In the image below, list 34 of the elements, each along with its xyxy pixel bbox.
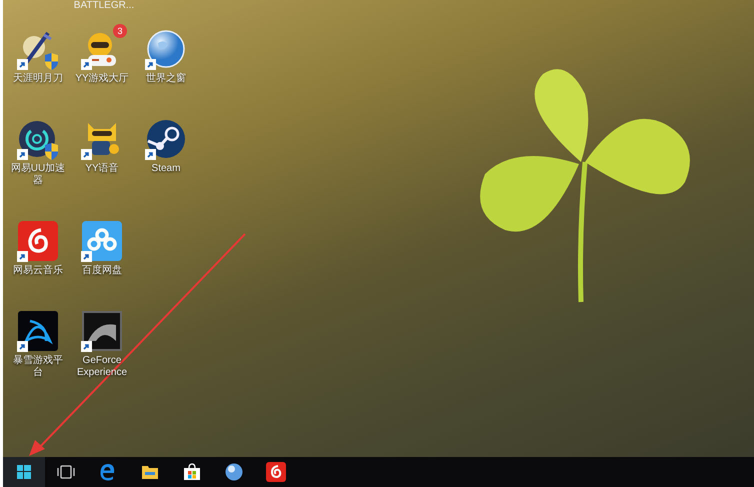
shortcut-arrow-icon [145,59,156,70]
shopping-bag-icon [183,463,201,481]
swirl-icon [18,311,58,351]
icon-label[interactable]: 网易UU加速器 [9,163,67,187]
shortcut-arrow-icon [81,149,92,160]
folder-icon [141,464,159,480]
taskbar-button[interactable] [3,457,45,487]
icon-label[interactable]: 百度网盘 [73,265,131,277]
music-note-icon [18,221,58,261]
cloud-icon [82,221,122,261]
steam-icon [146,119,186,159]
shortcut-arrow-icon [145,149,156,160]
shortcut-arrow-icon [17,341,28,352]
shortcut-arrow-icon [81,341,92,352]
shortcut-arrow-icon [17,59,28,70]
icon-label[interactable]: Steam [137,163,195,175]
icon-label[interactable]: 暴雪游戏平台 [9,355,67,379]
shortcut-arrow-icon [81,59,92,70]
icon-label[interactable]: YY游戏大厅 [73,73,131,85]
globe-icon [146,29,186,69]
icon-label[interactable]: 天涯明月刀 [9,73,67,85]
task-view-icon [57,465,75,479]
shortcut-arrow-icon [17,149,28,160]
icon-label[interactable]: YY语音 [73,163,131,175]
globe-icon [225,463,243,481]
music-note-icon [266,462,286,482]
browser-e-icon [99,463,117,481]
windows-logo-icon [17,465,31,479]
shortcut-arrow-icon [81,251,92,262]
icon-label[interactable]: 世界之窗 [137,73,195,85]
icon-label[interactable]: BATTLEGR... [73,0,135,12]
notification-badge: 3 [113,24,127,38]
icon-label[interactable]: 网易云音乐 [9,265,67,277]
shortcut-arrow-icon [17,251,28,262]
